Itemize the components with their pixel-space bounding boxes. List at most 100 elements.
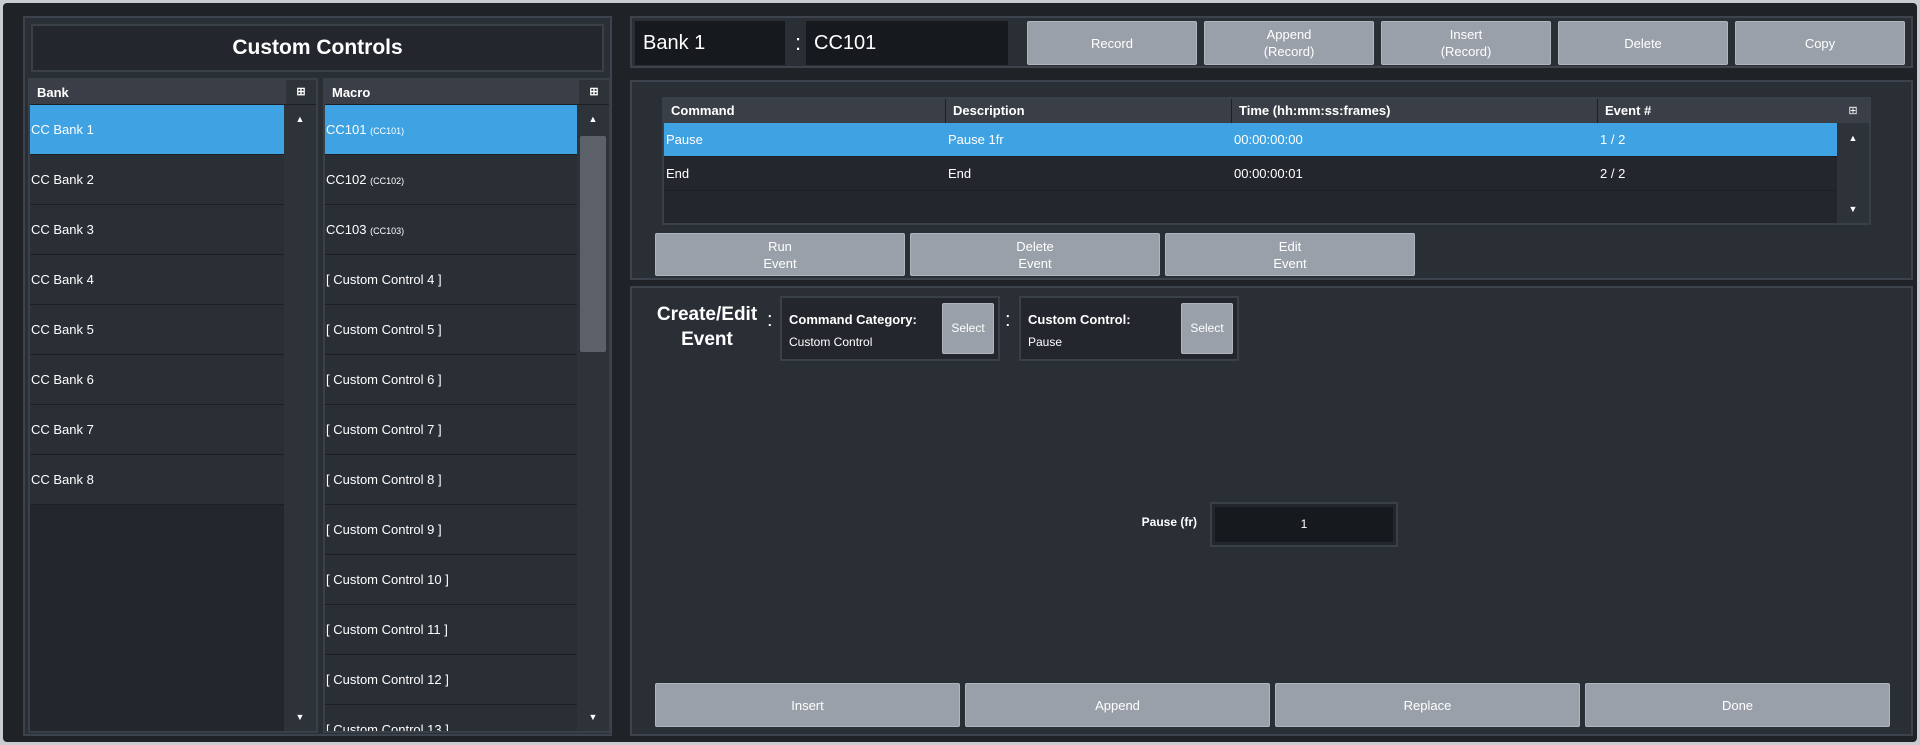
macro-name: [ Custom Control 9 ] [326, 522, 442, 537]
scroll-thumb[interactable] [580, 136, 606, 352]
events-scrollbar[interactable]: ⊞ ▲ ▼ [1837, 99, 1869, 223]
macro-list-item[interactable]: CC102 (CC102) [325, 155, 580, 205]
delete-event-button[interactable]: Delete Event [910, 233, 1160, 276]
bank-list-header: Bank ⊞ [30, 80, 316, 105]
run-sublabel: Event [763, 255, 797, 271]
events-table: Command Description Time (hh:mm:ss:frames)… [662, 97, 1871, 225]
column-header[interactable]: Command [664, 99, 946, 123]
insert-button[interactable]: Insert [655, 683, 960, 727]
macro-name: CC103 [326, 222, 367, 237]
create-edit-panel: Create/Edit Event : Command Category: Cu… [630, 286, 1913, 736]
delete-event-sublabel: Event [1018, 255, 1052, 271]
column-header[interactable]: Description [946, 99, 1232, 123]
table-cell: 00:00:00:00 [1234, 132, 1303, 147]
macro-list-item[interactable]: [ Custom Control 8 ] [325, 455, 580, 505]
scroll-down-icon[interactable]: ▼ [1837, 197, 1869, 221]
done-button-label: Done [1721, 697, 1754, 713]
scroll-up-icon[interactable]: ▲ [1837, 126, 1869, 150]
record-label: Record [1091, 35, 1133, 51]
append-button[interactable]: Append [965, 683, 1270, 727]
macro-name: CC101 [326, 122, 367, 137]
macro-name: CC102 [326, 172, 367, 187]
pause-label: Pause (fr) [1141, 515, 1197, 529]
delete-label: Delete [1624, 35, 1662, 51]
events-panel: Command Description Time (hh:mm:ss:frames)… [630, 80, 1913, 280]
macro-rows: CC101 (CC101) CC102 (CC102) CC103 (CC103) [… [325, 105, 580, 731]
edit-label: Edit [1278, 238, 1302, 254]
macro-scrollbar[interactable]: ▲ ▼ [577, 105, 609, 731]
macro-name: [ Custom Control 6 ] [326, 372, 442, 387]
macro-column-header: Macro [332, 85, 371, 100]
record-button[interactable]: Record [1027, 21, 1197, 65]
append-button-label: Append [1095, 697, 1140, 713]
column-menu-icon[interactable]: ⊞ [286, 80, 316, 104]
create-edit-title: Create/Edit Event [652, 302, 762, 352]
pause-value[interactable]: 1 [1215, 507, 1393, 542]
bank-list-item[interactable]: CC Bank 6 [30, 355, 285, 405]
bank-scrollbar[interactable]: ▲ ▼ [284, 105, 316, 731]
macro-name: [ Custom Control 4 ] [326, 272, 442, 287]
macro-list-item[interactable]: [ Custom Control 4 ] [325, 255, 580, 305]
bank-list-item[interactable]: CC Bank 5 [30, 305, 285, 355]
macro-list-item[interactable]: [ Custom Control 11 ] [325, 605, 580, 655]
append-sublabel: (Record) [1263, 44, 1315, 59]
bank-list-item[interactable]: CC Bank 7 [30, 405, 285, 455]
macro-name: [ Custom Control 12 ] [326, 672, 449, 687]
table-cell: End [666, 166, 690, 181]
macro-list-item[interactable]: [ Custom Control 7 ] [325, 405, 580, 455]
bank-list-item[interactable]: CC Bank 2 [30, 155, 285, 205]
macro-list-item[interactable]: CC101 (CC101) [325, 105, 580, 155]
macro-list-item[interactable]: [ Custom Control 6 ] [325, 355, 580, 405]
panel-title: Custom Controls [31, 24, 604, 72]
macro-name: [ Custom Control 13 ] [326, 722, 449, 731]
replace-button[interactable]: Replace [1275, 683, 1580, 727]
bank-name-field[interactable]: Bank 1 [635, 21, 785, 65]
table-row[interactable]: Pause Pause 1fr 00:00:00:00 1 / 2 [664, 123, 1864, 157]
custom-control-box: Custom Control: Pause Select [1019, 296, 1239, 361]
bank-list-item[interactable]: CC Bank 8 [30, 455, 285, 505]
table-cell: 1 / 2 [1600, 132, 1626, 147]
bank-column-header: Bank [37, 85, 69, 100]
custom-controls-panel: Custom Controls Bank ⊞ CC Bank 1 CC Bank … [23, 16, 612, 736]
scroll-up-icon[interactable]: ▲ [284, 107, 316, 131]
run-event-button[interactable]: Run Event [655, 233, 905, 276]
column-menu-icon[interactable]: ⊞ [579, 80, 609, 104]
column-menu-icon[interactable]: ⊞ [1837, 99, 1869, 123]
macro-name: [ Custom Control 7 ] [326, 422, 442, 437]
macro-list-item[interactable]: [ Custom Control 9 ] [325, 505, 580, 555]
separator: : [1005, 309, 1011, 331]
macro-name-field[interactable]: CC101 [806, 21, 1008, 65]
insert-record-button[interactable]: Insert (Record) [1381, 21, 1551, 65]
command-category-value: Custom Control [789, 335, 873, 349]
bank-list-item[interactable]: CC Bank 3 [30, 205, 285, 255]
custom-control-value: Pause [1028, 335, 1063, 349]
scroll-down-icon[interactable]: ▼ [577, 705, 609, 729]
done-button[interactable]: Done [1585, 683, 1890, 727]
column-header[interactable]: Event # [1598, 99, 1864, 123]
bank-list-item[interactable]: CC Bank 4 [30, 255, 285, 305]
macro-list-item[interactable]: [ Custom Control 5 ] [325, 305, 580, 355]
append-record-button[interactable]: Append (Record) [1204, 21, 1374, 65]
scroll-down-icon[interactable]: ▼ [284, 705, 316, 729]
table-row[interactable]: End End 00:00:00:01 2 / 2 [664, 157, 1864, 191]
command-category-box: Command Category: Custom Control Select [780, 296, 1000, 361]
pause-frames-input[interactable]: 1 [1210, 502, 1398, 547]
category-select-button[interactable]: Select [942, 303, 994, 354]
table-cell: Pause [666, 132, 703, 147]
copy-button[interactable]: Copy [1735, 21, 1905, 65]
bank-rows: CC Bank 1 CC Bank 2 CC Bank 3 CC Bank 4 CC B… [30, 105, 285, 731]
macro-list-header: Macro ⊞ [325, 80, 609, 105]
custom-control-label: Custom Control: [1028, 312, 1131, 327]
table-cell: Pause 1fr [948, 132, 1004, 147]
macro-list-item[interactable]: [ Custom Control 12 ] [325, 655, 580, 705]
macro-list-item[interactable]: [ Custom Control 10 ] [325, 555, 580, 605]
column-header[interactable]: Time (hh:mm:ss:frames) [1232, 99, 1598, 123]
control-select-button[interactable]: Select [1181, 303, 1233, 354]
macro-list-item[interactable]: [ Custom Control 13 ] [325, 705, 580, 731]
macro-list-item[interactable]: CC103 (CC103) [325, 205, 580, 255]
delete-button[interactable]: Delete [1558, 21, 1728, 65]
edit-event-button[interactable]: Edit Event [1165, 233, 1415, 276]
scroll-up-icon[interactable]: ▲ [577, 107, 609, 131]
separator: : [767, 309, 773, 331]
bank-list-item[interactable]: CC Bank 1 [30, 105, 285, 155]
